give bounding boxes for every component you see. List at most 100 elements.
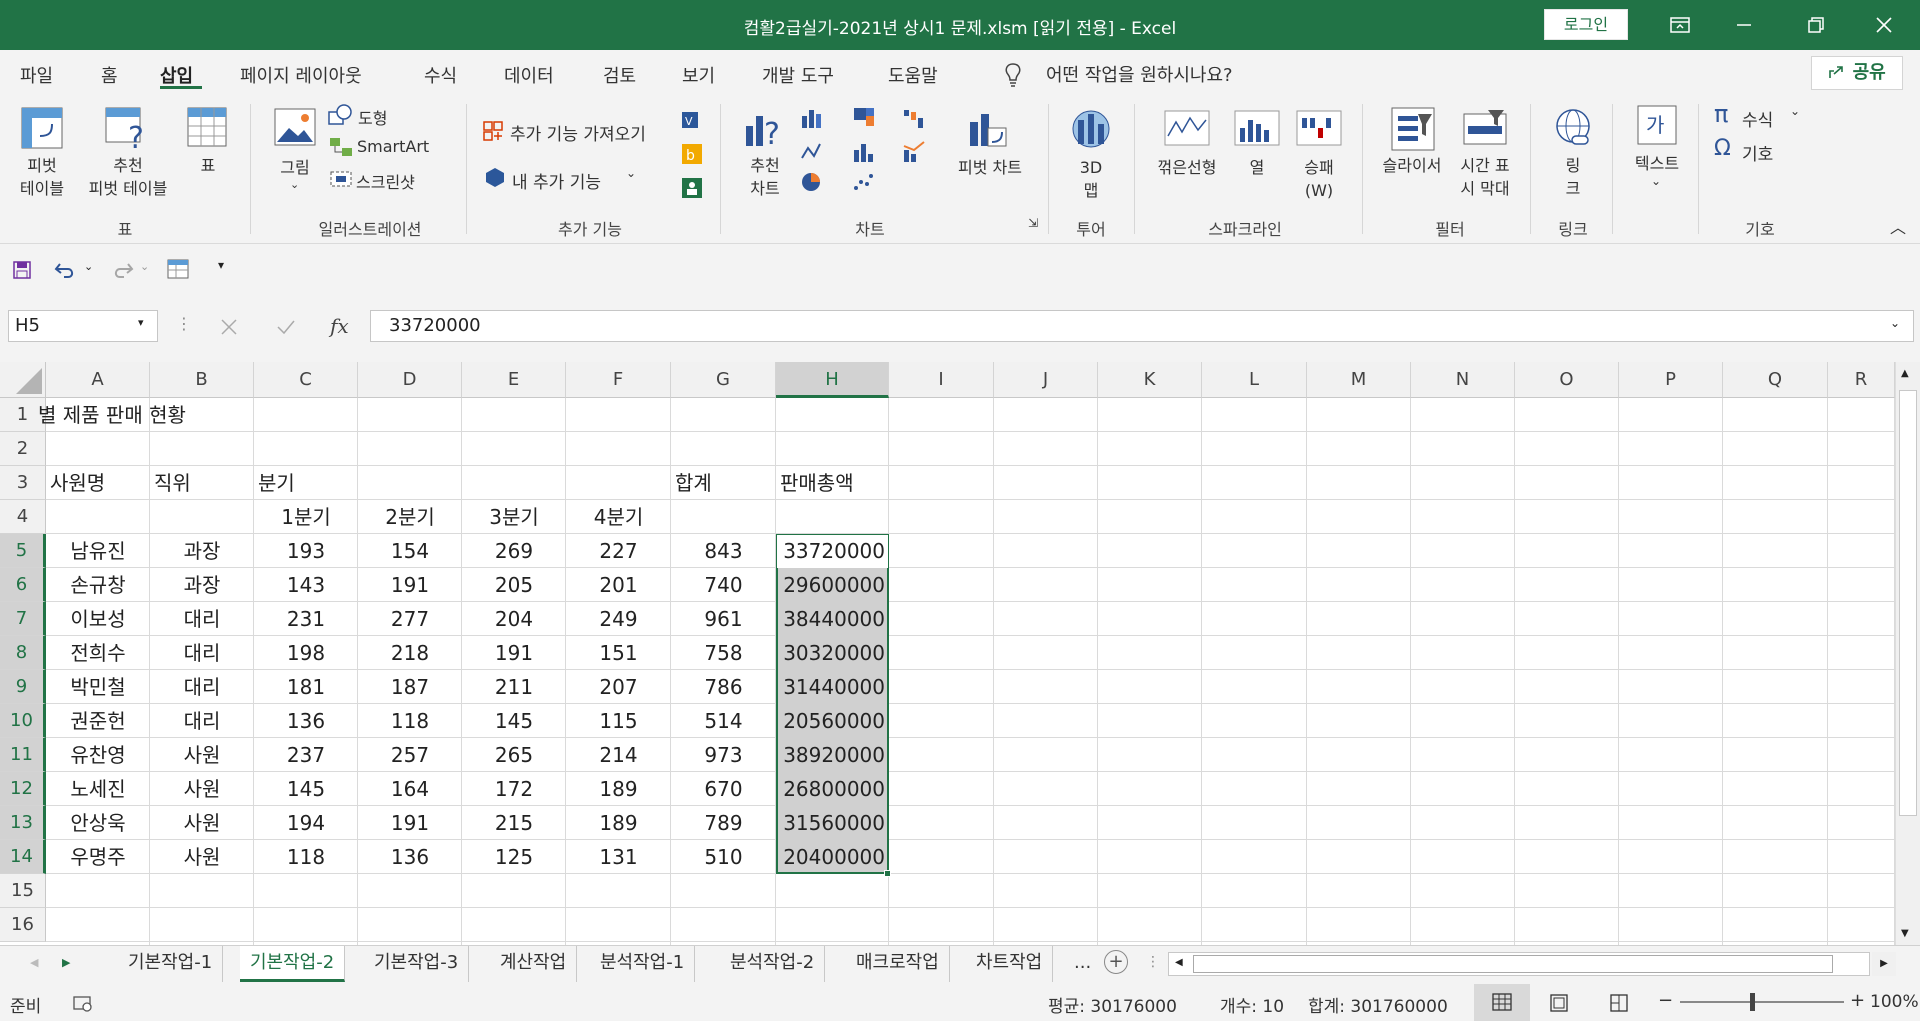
sheet-tab[interactable]: 차트작업	[966, 946, 1054, 982]
column-header-e[interactable]: E	[462, 362, 566, 398]
column-header-i[interactable]: I	[889, 362, 994, 398]
save-icon[interactable]	[12, 260, 32, 280]
header-cell-quarter[interactable]: 분기	[254, 466, 358, 500]
row-header-10[interactable]: 10	[0, 704, 46, 738]
sparkline-line-button[interactable]: 꺾은선형	[1148, 156, 1226, 179]
column-header-o[interactable]: O	[1515, 362, 1619, 398]
expand-formula-icon[interactable]: ⌄	[1890, 316, 1900, 330]
row-header-14[interactable]: 14	[0, 840, 46, 874]
data-cell-sales[interactable]: 30320000	[776, 636, 889, 670]
data-cell-sum[interactable]: 786	[671, 670, 776, 704]
data-cell-sales[interactable]: 31440000	[776, 670, 889, 704]
login-button[interactable]: 로그인	[1544, 9, 1628, 40]
column-header-b[interactable]: B	[150, 362, 254, 398]
screenshot-button[interactable]: 스크린샷	[356, 169, 415, 193]
data-cell-q4[interactable]: 151	[566, 636, 671, 670]
data-cell-sales[interactable]: 26800000	[776, 772, 889, 806]
column-chart-icon[interactable]	[800, 106, 830, 130]
data-cell-position[interactable]: 과장	[150, 534, 254, 568]
insert-function-icon[interactable]: fx	[330, 314, 349, 338]
column-header-c[interactable]: C	[254, 362, 358, 398]
data-cell-q3[interactable]: 204	[462, 602, 566, 636]
sparkline-winloss-button[interactable]: 승패 (W)	[1296, 156, 1342, 202]
undo-icon[interactable]	[54, 260, 78, 280]
column-header-j[interactable]: J	[994, 362, 1098, 398]
line-chart-icon[interactable]	[800, 140, 830, 164]
row-header-13[interactable]: 13	[0, 806, 46, 840]
data-cell-q2[interactable]: 164	[358, 772, 462, 806]
scroll-left-icon[interactable]: ◀	[1175, 957, 1183, 968]
zoom-in-icon[interactable]: +	[1850, 990, 1865, 1011]
statistic-chart-icon[interactable]	[852, 140, 882, 164]
data-cell-position[interactable]: 사원	[150, 806, 254, 840]
data-cell-q3[interactable]: 205	[462, 568, 566, 602]
row-header-4[interactable]: 4	[0, 500, 46, 534]
recommended-pivot-button[interactable]: 추천 피벗 테이블	[76, 154, 180, 200]
zoom-slider-thumb[interactable]	[1750, 993, 1755, 1011]
data-cell-sum[interactable]: 961	[671, 602, 776, 636]
tab-view[interactable]: 보기	[682, 62, 715, 88]
data-cell-name[interactable]: 유찬영	[46, 738, 150, 772]
row-header-2[interactable]: 2	[0, 432, 46, 466]
column-header-d[interactable]: D	[358, 362, 462, 398]
data-cell-sum[interactable]: 973	[671, 738, 776, 772]
header-cell-position[interactable]: 직위	[150, 466, 254, 500]
row-header-11[interactable]: 11	[0, 738, 46, 772]
chevron-down-icon[interactable]: ⌄	[290, 178, 299, 191]
sheet-tab[interactable]: 기본작업-2	[240, 946, 346, 982]
data-cell-name[interactable]: 박민철	[46, 670, 150, 704]
data-cell-q2[interactable]: 218	[358, 636, 462, 670]
data-cell-name[interactable]: 손규창	[46, 568, 150, 602]
data-cell-q2[interactable]: 187	[358, 670, 462, 704]
sparkline-column-button[interactable]: 열	[1234, 156, 1280, 179]
enter-icon[interactable]	[276, 318, 296, 336]
smartart-button[interactable]: SmartArt	[357, 137, 429, 156]
more-sheets-indicator[interactable]: ...	[1074, 952, 1091, 973]
tab-insert[interactable]: 삽입	[160, 62, 193, 88]
data-cell-q4[interactable]: 189	[566, 772, 671, 806]
zoom-level[interactable]: 100%	[1870, 992, 1919, 1012]
data-cell-q1[interactable]: 198	[254, 636, 358, 670]
data-cell-q2[interactable]: 191	[358, 806, 462, 840]
data-cell-sales[interactable]: 31560000	[776, 806, 889, 840]
formula-input[interactable]: 33720000	[370, 310, 1914, 342]
data-cell-sum[interactable]: 789	[671, 806, 776, 840]
data-cell-sales[interactable]: 33720000	[776, 534, 889, 568]
data-cell-q2[interactable]: 277	[358, 602, 462, 636]
data-cell-position[interactable]: 대리	[150, 670, 254, 704]
data-cell-position[interactable]: 대리	[150, 602, 254, 636]
data-cell-sum[interactable]: 740	[671, 568, 776, 602]
chevron-down-icon[interactable]: ⌄	[626, 166, 636, 180]
data-cell-q4[interactable]: 201	[566, 568, 671, 602]
column-header-q[interactable]: Q	[1723, 362, 1828, 398]
redo-icon[interactable]	[110, 260, 134, 280]
data-cell-q4[interactable]: 131	[566, 840, 671, 874]
tab-home[interactable]: 홈	[101, 62, 118, 88]
collapse-ribbon-icon[interactable]: ︿	[1890, 214, 1906, 238]
cancel-icon[interactable]	[220, 318, 238, 336]
tab-formulas[interactable]: 수식	[424, 62, 457, 88]
ribbon-display-options-button[interactable]	[1648, 0, 1712, 50]
data-cell-q2[interactable]: 136	[358, 840, 462, 874]
bing-maps-icon[interactable]: b	[680, 142, 704, 166]
data-cell-position[interactable]: 사원	[150, 840, 254, 874]
timeline-button[interactable]: 시간 표시 막대	[1452, 154, 1518, 200]
vertical-scrollbar[interactable]: ▲ ▼	[1895, 362, 1920, 945]
undo-dropdown-icon[interactable]: ⌄	[84, 260, 93, 273]
chevron-down-icon[interactable]: ⌄	[1651, 174, 1661, 188]
next-sheet-icon[interactable]: ▶	[62, 956, 70, 969]
header-cell-sales-total[interactable]: 판매총액	[776, 466, 889, 500]
get-add-ins-button[interactable]: 추가 기능 가져오기	[510, 120, 646, 145]
data-cell-q1[interactable]: 118	[254, 840, 358, 874]
my-add-ins-button[interactable]: 내 추가 기능	[512, 168, 601, 193]
people-graph-icon[interactable]	[680, 176, 704, 200]
data-cell-sum[interactable]: 514	[671, 704, 776, 738]
visio-icon[interactable]: V	[680, 108, 704, 132]
tab-page-layout[interactable]: 페이지 레이아웃	[240, 62, 362, 88]
page-break-view-icon[interactable]	[1608, 993, 1630, 1013]
data-cell-sales[interactable]: 38440000	[776, 602, 889, 636]
data-cell-q4[interactable]: 115	[566, 704, 671, 738]
data-cell-name[interactable]: 남유진	[46, 534, 150, 568]
horizontal-scrollbar[interactable]: ◀	[1168, 952, 1870, 976]
data-cell-name[interactable]: 우명주	[46, 840, 150, 874]
